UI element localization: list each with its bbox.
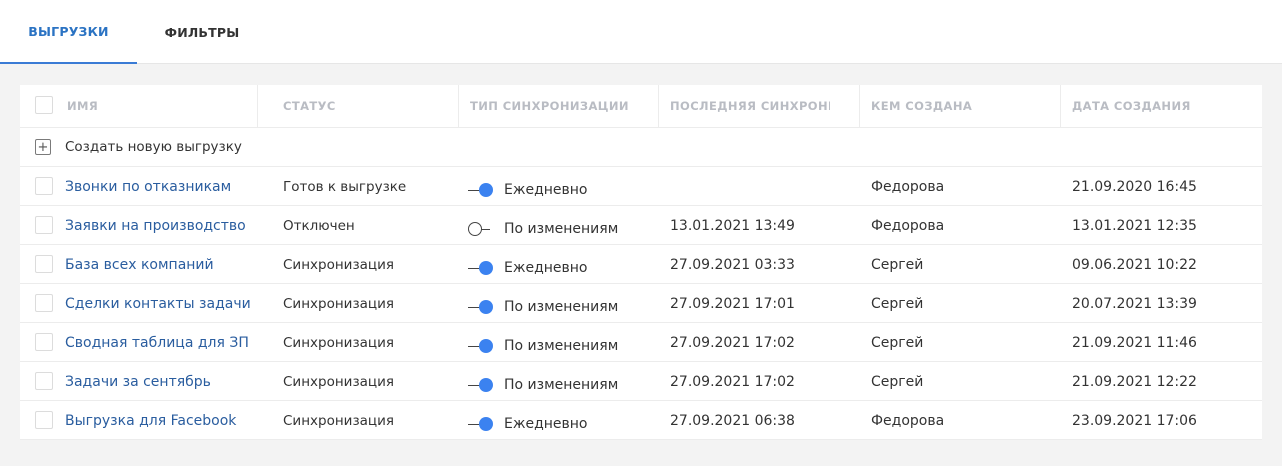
upload-name-link[interactable]: База всех компаний — [65, 257, 214, 273]
created-by-text: Сергей — [871, 334, 924, 351]
created-at-text: 23.09.2021 17:06 — [1072, 412, 1197, 429]
row-checkbox[interactable] — [35, 333, 53, 351]
toggle-knob — [479, 183, 493, 197]
created-by-text: Сергей — [871, 373, 924, 390]
sync-type-text: Ежедневно — [504, 182, 588, 198]
sync-type-text: По изменениям — [504, 338, 619, 354]
table-row[interactable]: Выгрузка для Facebook Синхронизация Ежедне… — [20, 401, 1262, 440]
last-sync-text: 27.09.2021 17:02 — [670, 334, 795, 351]
last-sync-text: 27.09.2021 03:33 — [670, 256, 795, 273]
column-divider — [257, 85, 258, 127]
table-header: ИМЯ СТАТУС ТИП СИНХРОНИЗАЦИИ ПОСЛЕДНЯЯ С… — [20, 85, 1262, 128]
column-divider — [1060, 85, 1061, 127]
toggle-knob — [479, 261, 493, 275]
upload-name-link[interactable]: Звонки по отказникам — [65, 179, 231, 195]
sync-toggle[interactable] — [468, 206, 494, 245]
create-upload-row[interactable]: + Создать новую выгрузку — [20, 128, 1262, 167]
row-checkbox[interactable] — [35, 411, 53, 429]
table-row[interactable]: Сделки контакты задачи Синхронизация По из… — [20, 284, 1262, 323]
created-by-text: Федорова — [871, 178, 945, 195]
last-sync-text: 27.09.2021 17:02 — [670, 373, 795, 390]
tab-uploads[interactable]: ВЫГРУЗКИ — [0, 0, 137, 64]
table-row[interactable]: Сводная таблица для ЗП Синхронизация По из… — [20, 323, 1262, 362]
status-text: Синхронизация — [283, 334, 394, 351]
created-at-text: 21.09.2021 12:22 — [1072, 373, 1197, 390]
sync-toggle[interactable] — [468, 284, 494, 323]
row-checkbox[interactable] — [35, 177, 53, 195]
column-header-created-at[interactable]: ДАТА СОЗДАНИЯ — [1062, 85, 1260, 127]
column-header-sync-type[interactable]: ТИП СИНХРОНИЗАЦИИ — [460, 85, 658, 127]
last-sync-text: 13.01.2021 13:49 — [670, 217, 795, 234]
sync-type-text: Ежедневно — [504, 260, 588, 276]
sync-toggle[interactable] — [468, 401, 494, 440]
sync-toggle[interactable] — [468, 362, 494, 401]
upload-name-link[interactable]: Сделки контакты задачи — [65, 296, 251, 312]
sync-toggle[interactable] — [468, 323, 494, 362]
created-by-text: Сергей — [871, 295, 924, 312]
column-header-name[interactable]: ИМЯ — [57, 85, 257, 127]
last-sync-text: 27.09.2021 06:38 — [670, 412, 795, 429]
sync-toggle[interactable] — [468, 167, 494, 206]
toggle-knob — [479, 378, 493, 392]
upload-name-link[interactable]: Задачи за сентябрь — [65, 374, 211, 390]
created-by-text: Федорова — [871, 412, 945, 429]
row-checkbox[interactable] — [35, 372, 53, 390]
uploads-table: ИМЯ СТАТУС ТИП СИНХРОНИЗАЦИИ ПОСЛЕДНЯЯ С… — [20, 85, 1262, 440]
status-text: Синхронизация — [283, 412, 394, 429]
toggle-knob — [479, 300, 493, 314]
select-all-checkbox[interactable] — [35, 96, 53, 114]
table-row[interactable]: Задачи за сентябрь Синхронизация По измене… — [20, 362, 1262, 401]
sync-type-text: По изменениям — [504, 377, 619, 393]
toggle-knob — [479, 417, 493, 431]
created-at-text: 20.07.2021 13:39 — [1072, 295, 1197, 312]
created-at-text: 21.09.2020 16:45 — [1072, 178, 1197, 195]
column-divider — [458, 85, 459, 127]
sync-type-text: По изменениям — [504, 221, 619, 237]
sync-type-text: По изменениям — [504, 299, 619, 315]
status-text: Готов к выгрузке — [283, 178, 407, 195]
sync-toggle[interactable] — [468, 245, 494, 284]
column-divider — [658, 85, 659, 127]
column-header-status[interactable]: СТАТУС — [273, 85, 458, 127]
sync-type-text: Ежедневно — [504, 416, 588, 432]
column-header-created-by[interactable]: КЕМ СОЗДАНА — [861, 85, 1059, 127]
created-at-text: 13.01.2021 12:35 — [1072, 217, 1197, 234]
upload-name-link[interactable]: Сводная таблица для ЗП — [65, 335, 249, 351]
row-checkbox[interactable] — [35, 294, 53, 312]
created-at-text: 21.09.2021 11:46 — [1072, 334, 1197, 351]
status-text: Синхронизация — [283, 295, 394, 312]
created-by-text: Сергей — [871, 256, 924, 273]
status-text: Синхронизация — [283, 256, 394, 273]
table-row[interactable]: Звонки по отказникам Готов к выгрузке Ежед… — [20, 167, 1262, 206]
table-row[interactable]: Заявки на производство Отключен По изменен… — [20, 206, 1262, 245]
upload-name-link[interactable]: Выгрузка для Facebook — [65, 413, 236, 429]
toggle-knob — [479, 339, 493, 353]
column-divider — [859, 85, 860, 127]
created-by-text: Федорова — [871, 217, 945, 234]
upload-name-link[interactable]: Заявки на производство — [65, 218, 246, 234]
plus-icon[interactable]: + — [35, 139, 51, 155]
column-header-last-sync[interactable]: ПОСЛЕДНЯЯ СИНХРОНИЗАЦИЯ — [660, 85, 830, 127]
status-text: Отключен — [283, 217, 355, 234]
row-checkbox[interactable] — [35, 216, 53, 234]
create-upload-link[interactable]: Создать новую выгрузку — [65, 139, 242, 155]
toggle-knob — [468, 222, 482, 236]
row-checkbox[interactable] — [35, 255, 53, 273]
status-text: Синхронизация — [283, 373, 394, 390]
last-sync-text: 27.09.2021 17:01 — [670, 295, 795, 312]
tabs-bar: ВЫГРУЗКИ ФИЛЬТРЫ — [0, 0, 1282, 64]
tab-filters[interactable]: ФИЛЬТРЫ — [137, 0, 267, 64]
table-row[interactable]: База всех компаний Синхронизация Ежедневно… — [20, 245, 1262, 284]
created-at-text: 09.06.2021 10:22 — [1072, 256, 1197, 273]
